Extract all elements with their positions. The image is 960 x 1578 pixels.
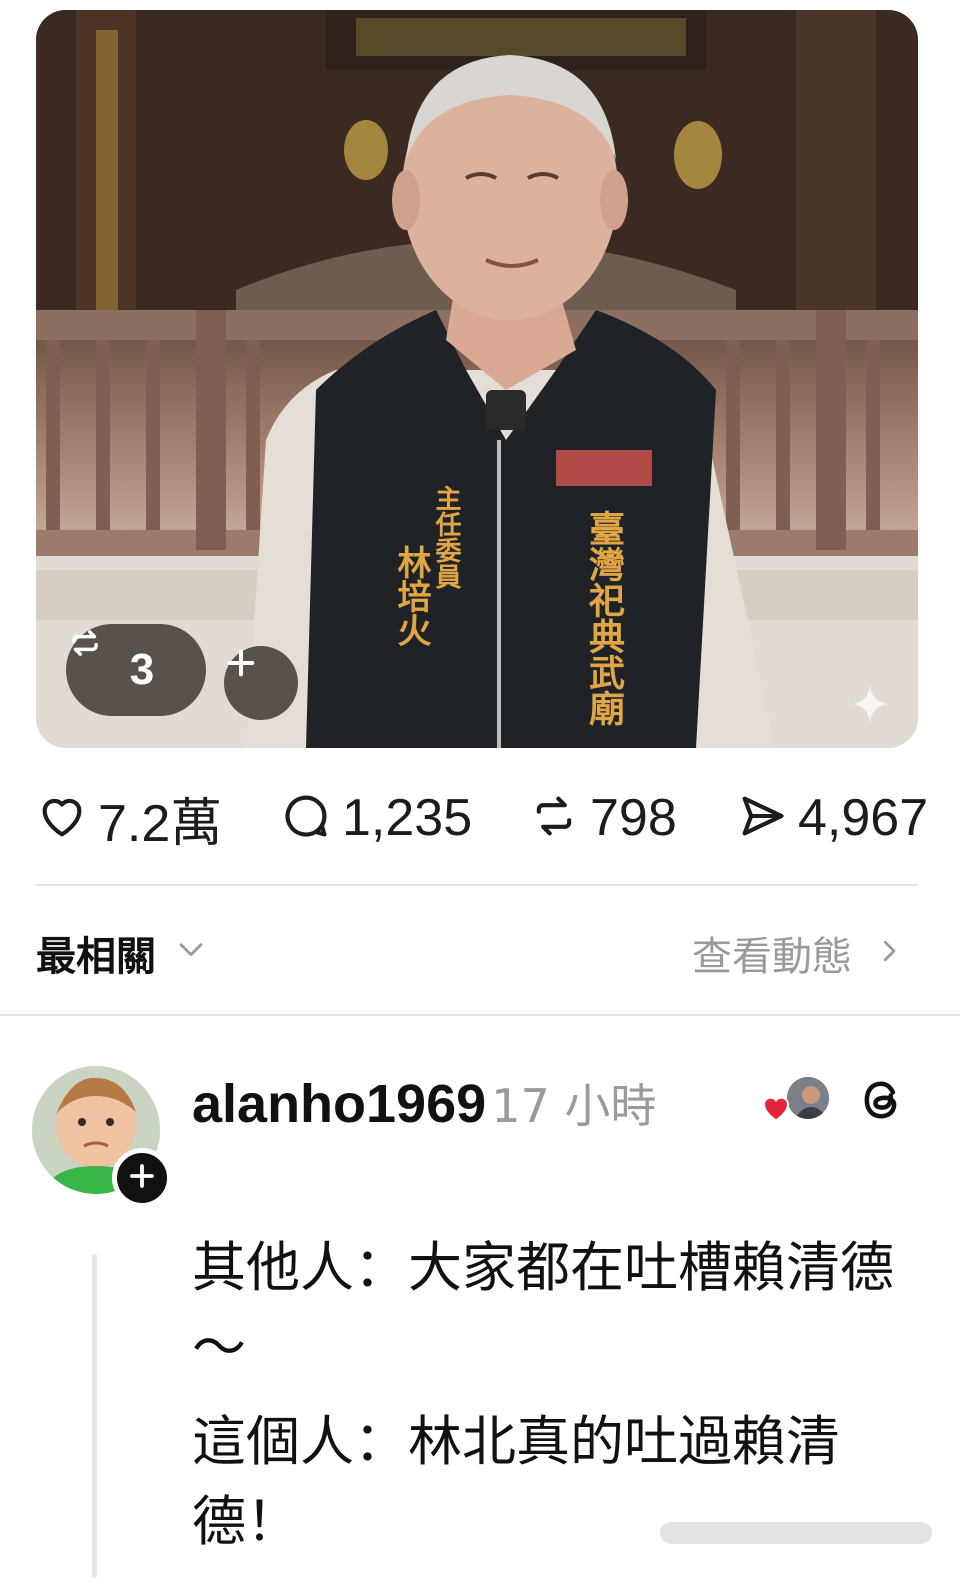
- repost-button[interactable]: 798: [528, 780, 677, 856]
- reply-sort-bar: 最相關 查看動態: [36, 920, 918, 984]
- chevron-right-icon: [874, 930, 904, 976]
- repost-count: 798: [590, 789, 677, 847]
- heart-icon: [36, 790, 88, 846]
- comment-count: 1,235: [342, 789, 473, 847]
- liked-by-author[interactable]: [760, 1074, 840, 1124]
- chevron-down-icon: [174, 930, 208, 976]
- comment-icon: [280, 790, 332, 846]
- send-icon: [736, 790, 788, 846]
- sort-dropdown[interactable]: 最相關: [36, 924, 208, 982]
- divider: [36, 884, 918, 886]
- username[interactable]: alanho1969: [192, 1074, 486, 1134]
- share-count: 4,967: [798, 789, 929, 847]
- image-repost-badge[interactable]: 3: [66, 624, 206, 716]
- like-button[interactable]: 7.2萬: [36, 780, 222, 856]
- share-button[interactable]: 4,967: [736, 780, 928, 856]
- thread-line: [92, 1254, 97, 1578]
- svg-text:主任委員: 主任委員: [431, 485, 462, 590]
- like-count: 7.2萬: [98, 794, 223, 853]
- post-image[interactable]: 林培火 主任委員 臺灣祀典武廟 3: [36, 10, 918, 748]
- watermark-bar: [660, 1522, 932, 1544]
- view-activity-label: 查看動態: [692, 934, 852, 980]
- image-repost-count: 3: [129, 645, 155, 694]
- image-add-button[interactable]: [224, 646, 298, 720]
- heart-icon: [760, 1092, 792, 1126]
- threads-logo-icon[interactable]: [856, 1074, 908, 1130]
- sort-label: 最相關: [36, 934, 156, 980]
- vest-name-text: 林培火: [391, 545, 431, 647]
- plus-icon: [127, 1161, 157, 1195]
- follow-button[interactable]: [112, 1148, 172, 1208]
- vest-temple-text: 臺灣祀典武廟: [583, 510, 626, 727]
- reply-header: alanho1969 17 小時: [192, 1064, 692, 1157]
- divider: [0, 1014, 960, 1016]
- repost-icon: [528, 790, 580, 846]
- view-activity-link[interactable]: 查看動態: [692, 924, 904, 982]
- comment-button[interactable]: 1,235: [280, 780, 472, 856]
- post-stats: 7.2萬 1,235 798 4,967: [36, 780, 960, 856]
- reply-paragraph: 其他人：大家都在吐槽賴清德～: [192, 1236, 894, 1379]
- timestamp: 17 小時: [491, 1079, 657, 1133]
